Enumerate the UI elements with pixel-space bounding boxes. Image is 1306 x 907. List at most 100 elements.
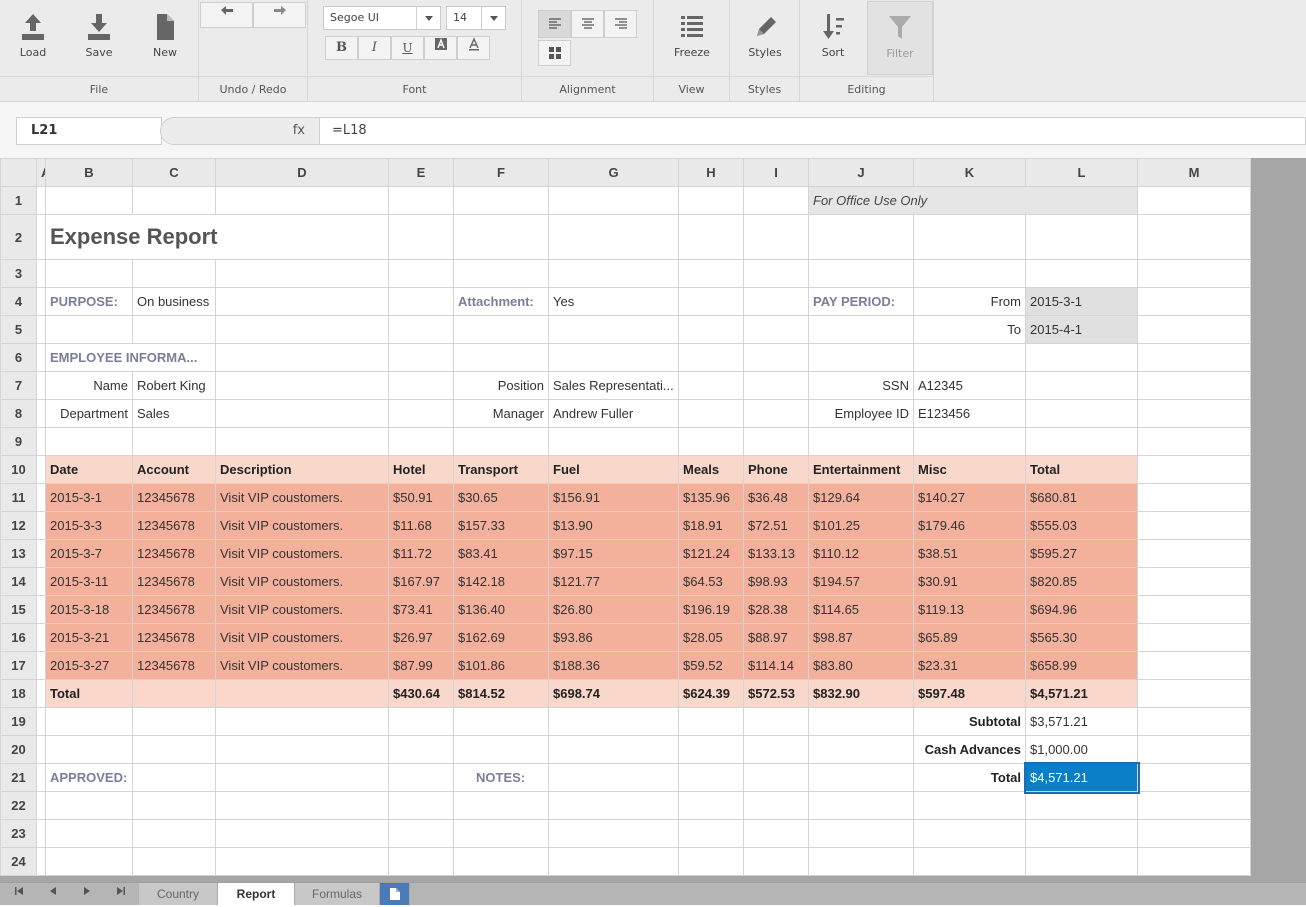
chevron-down-icon[interactable] — [481, 7, 505, 29]
cell[interactable] — [36, 791, 46, 820]
total-label[interactable]: Total — [45, 679, 133, 708]
expense-cell[interactable]: $98.93 — [743, 567, 809, 596]
cell[interactable] — [1025, 214, 1138, 260]
cell[interactable] — [36, 847, 46, 876]
cell[interactable] — [808, 315, 914, 344]
cell[interactable] — [743, 791, 809, 820]
cell[interactable] — [388, 707, 454, 736]
purpose-label[interactable]: PURPOSE: — [45, 287, 133, 316]
cell[interactable] — [1025, 259, 1138, 288]
row-header[interactable]: 5 — [0, 315, 37, 344]
cell[interactable] — [913, 427, 1026, 456]
report-title[interactable]: Expense Report — [45, 214, 389, 260]
cell[interactable] — [132, 819, 216, 848]
cell[interactable] — [36, 483, 46, 512]
expense-cell[interactable]: 12345678 — [132, 483, 216, 512]
cell[interactable] — [808, 259, 914, 288]
cell[interactable] — [36, 427, 46, 456]
expense-cell[interactable]: Visit VIP coustomers. — [215, 511, 389, 540]
cell[interactable] — [743, 371, 809, 400]
expense-cell[interactable]: $140.27 — [913, 483, 1026, 512]
expense-cell[interactable]: $93.86 — [548, 623, 679, 652]
cell[interactable] — [215, 343, 389, 372]
row-header[interactable]: 22 — [0, 791, 37, 820]
cell[interactable] — [215, 427, 389, 456]
cell[interactable] — [36, 735, 46, 764]
cell[interactable] — [132, 763, 216, 792]
cell[interactable] — [1137, 847, 1251, 876]
cell[interactable] — [1025, 343, 1138, 372]
cash-advances-value[interactable]: $1,000.00 — [1025, 735, 1138, 764]
subtotal-value[interactable]: $3,571.21 — [1025, 707, 1138, 736]
cell[interactable] — [215, 847, 389, 876]
filter-button[interactable]: Filter — [867, 1, 933, 75]
cell[interactable] — [743, 259, 809, 288]
cell[interactable] — [36, 287, 46, 316]
cell[interactable] — [678, 259, 744, 288]
expense-cell[interactable]: $28.38 — [743, 595, 809, 624]
expense-cell[interactable]: $121.24 — [678, 539, 744, 568]
cell[interactable] — [36, 343, 46, 372]
tab-report[interactable]: Report — [218, 883, 295, 905]
cell[interactable] — [388, 214, 454, 260]
expense-cell[interactable]: $26.97 — [388, 623, 454, 652]
expense-cell[interactable]: $18.91 — [678, 511, 744, 540]
row-header[interactable]: 7 — [0, 371, 37, 400]
cell[interactable] — [388, 819, 454, 848]
row-header[interactable]: 1 — [0, 186, 37, 215]
expense-cell[interactable]: $565.30 — [1025, 623, 1138, 652]
expense-cell[interactable]: 12345678 — [132, 623, 216, 652]
ssn-label[interactable]: SSN — [808, 371, 914, 400]
cell[interactable] — [215, 259, 389, 288]
row-header[interactable]: 3 — [0, 259, 37, 288]
cell[interactable] — [215, 186, 389, 215]
cell[interactable] — [1137, 735, 1251, 764]
expense-cell[interactable]: 2015-3-3 — [45, 511, 133, 540]
cell[interactable] — [743, 763, 809, 792]
cell[interactable] — [453, 735, 549, 764]
total-cell[interactable]: $430.64 — [388, 679, 454, 708]
expense-cell[interactable]: 2015-3-11 — [45, 567, 133, 596]
expense-cell[interactable]: $28.05 — [678, 623, 744, 652]
cell[interactable] — [45, 819, 133, 848]
cell[interactable] — [548, 735, 679, 764]
expense-cell[interactable]: $30.65 — [453, 483, 549, 512]
expense-cell[interactable]: $88.97 — [743, 623, 809, 652]
cell[interactable] — [913, 791, 1026, 820]
expense-cell[interactable]: Visit VIP coustomers. — [215, 623, 389, 652]
cell[interactable] — [678, 371, 744, 400]
cell[interactable] — [743, 315, 809, 344]
cell[interactable] — [132, 186, 216, 215]
cell[interactable] — [1137, 707, 1251, 736]
cell[interactable] — [36, 567, 46, 596]
cell[interactable] — [548, 186, 679, 215]
cell[interactable] — [215, 679, 389, 708]
expense-cell[interactable]: $11.72 — [388, 539, 454, 568]
cell[interactable] — [388, 399, 454, 428]
cell[interactable] — [453, 707, 549, 736]
attachment-value[interactable]: Yes — [548, 287, 679, 316]
expense-cell[interactable]: $97.15 — [548, 539, 679, 568]
expense-cell[interactable]: Visit VIP coustomers. — [215, 651, 389, 680]
cell[interactable] — [215, 707, 389, 736]
cell[interactable] — [808, 791, 914, 820]
cell[interactable] — [743, 399, 809, 428]
cell[interactable] — [132, 427, 216, 456]
cell[interactable] — [1025, 819, 1138, 848]
total-cell[interactable]: $597.48 — [913, 679, 1026, 708]
cell[interactable] — [548, 315, 679, 344]
cell[interactable] — [1137, 511, 1251, 540]
cell[interactable] — [1137, 819, 1251, 848]
font-color-button[interactable] — [457, 36, 490, 60]
expense-cell[interactable]: $114.14 — [743, 651, 809, 680]
cell[interactable] — [678, 791, 744, 820]
cell[interactable] — [678, 735, 744, 764]
cell[interactable] — [1137, 623, 1251, 652]
cell[interactable] — [1137, 186, 1251, 215]
new-button[interactable]: New — [138, 6, 192, 70]
expense-cell[interactable]: $65.89 — [913, 623, 1026, 652]
font-family-select[interactable]: Segoe UI — [323, 6, 441, 30]
expense-cell[interactable]: $72.51 — [743, 511, 809, 540]
total-cell[interactable]: $572.53 — [743, 679, 809, 708]
cell[interactable] — [913, 343, 1026, 372]
